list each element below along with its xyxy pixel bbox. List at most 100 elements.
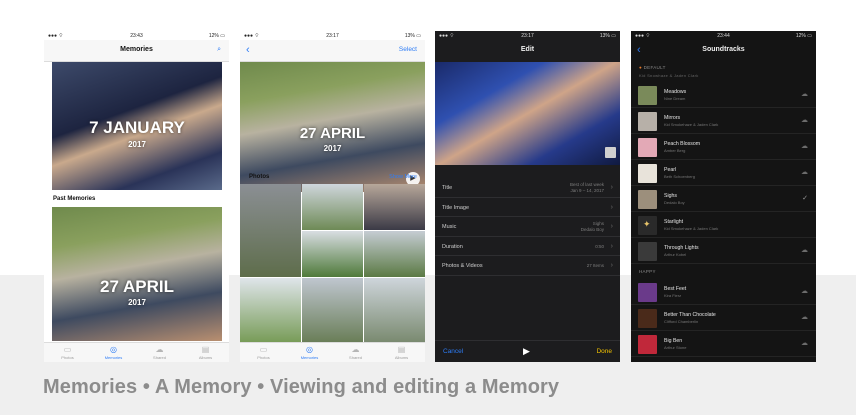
album-art — [638, 164, 657, 183]
tab-photos[interactable]: ▭ Photos — [49, 345, 86, 360]
tab-bar: ▭ Photos ◎ Memories ☁ Shared ▤ Albums — [44, 342, 229, 362]
memories-tab-icon: ◎ — [110, 345, 117, 354]
album-art — [638, 138, 657, 157]
row-label: Title — [442, 185, 453, 191]
soundtrack-row[interactable]: ✦ Starlight Kid Smokehaze & Jaden Clark — [631, 213, 816, 238]
edit-row-photos-videos[interactable]: Photos & Videos 27 Items › — [435, 256, 620, 276]
album-art — [638, 242, 657, 261]
memory-year: 2017 — [323, 144, 342, 153]
cancel-button[interactable]: Cancel — [443, 348, 463, 355]
done-button[interactable]: Done — [596, 348, 612, 355]
track-name: Best Feet — [664, 286, 687, 292]
edit-row-title-image[interactable]: Title Image › — [435, 198, 620, 217]
track-artist: Clifford Chamberlin — [664, 319, 699, 324]
select-button[interactable]: Select — [399, 46, 417, 53]
row-label: Duration — [442, 243, 463, 250]
chevron-right-icon: › — [610, 223, 613, 230]
photo-thumbnail[interactable] — [302, 278, 363, 342]
nav-bar: Edit — [435, 40, 620, 62]
title-image-preview[interactable] — [435, 62, 620, 165]
photo-thumbnail[interactable] — [364, 184, 425, 230]
chevron-right-icon: › — [610, 262, 613, 269]
albums-tab-icon: ▤ — [201, 345, 210, 354]
tab-shared[interactable]: ☁ Shared — [337, 345, 374, 360]
edit-row-title[interactable]: Title Best of last week Jan 9 – 14, 2017 … — [435, 178, 620, 198]
search-icon[interactable]: ⌕ — [217, 46, 221, 54]
image-picker-icon[interactable] — [605, 147, 616, 158]
soundtrack-row[interactable]: Pearl Beth Schoenberg ☁ — [631, 161, 816, 186]
soundtrack-row[interactable]: Peach Blossom Amber Berg ☁ — [631, 135, 816, 160]
edit-row-duration[interactable]: Duration 0:50 › — [435, 237, 620, 256]
status-time: 23:43 — [130, 33, 143, 39]
soundtrack-row[interactable]: Big Ben Arthur Stone ☁ — [631, 332, 816, 357]
back-chevron-icon[interactable]: ‹ — [246, 44, 250, 56]
cloud-download-icon[interactable]: ☁ — [801, 287, 808, 295]
photo-thumbnail[interactable] — [240, 278, 301, 342]
photo-thumbnail[interactable] — [364, 278, 425, 342]
cloud-download-icon[interactable]: ☁ — [801, 168, 808, 176]
photo-thumbnail[interactable] — [364, 231, 425, 277]
status-bar: ●●● ⌔ 23:43 12% ▭ — [44, 31, 229, 40]
cloud-download-icon[interactable]: ☁ — [801, 313, 808, 321]
memory-card[interactable]: 27 APRIL 2017 — [52, 207, 222, 341]
selected-dot-icon: ● — [639, 65, 643, 70]
section-header-happy: HAPPY — [639, 269, 656, 274]
soundtrack-row[interactable]: Best Feet Kira Fierz ☁ — [631, 280, 816, 305]
chevron-right-icon: › — [610, 203, 613, 211]
memory-card[interactable]: 7 JANUARY 2017 — [52, 62, 222, 190]
photo-thumbnail[interactable] — [240, 184, 301, 277]
tab-label: Albums — [394, 355, 409, 360]
cloud-download-icon[interactable]: ☁ — [801, 116, 808, 124]
row-value: 0:50 — [595, 243, 604, 249]
memory-year: 2017 — [128, 298, 146, 307]
chevron-right-icon: › — [610, 242, 613, 250]
shared-tab-icon: ☁ — [155, 345, 164, 354]
track-artist: Dedalo Boy — [664, 200, 685, 205]
row-value-line2: Dedalo Boy — [580, 226, 604, 232]
show-more-link[interactable]: Show More — [389, 174, 417, 180]
tab-photos[interactable]: ▭ Photos — [245, 345, 282, 360]
soundtrack-row[interactable]: Meadows Nine Dream ☁ — [631, 83, 816, 108]
section-header-label: DEFAULT — [643, 65, 666, 70]
play-icon[interactable]: ▶ — [523, 346, 530, 357]
tab-albums[interactable]: ▤ Albums — [383, 345, 420, 360]
tab-albums[interactable]: ▤ Albums — [187, 345, 224, 360]
soundtrack-row[interactable]: Mirrors Kid Smokehaze & Jaden Clark ☁ — [631, 109, 816, 134]
tab-bar: ▭ Photos ◎ Memories ☁ Shared ▤ Albums — [240, 342, 425, 362]
cloud-download-icon[interactable]: ☁ — [801, 90, 808, 98]
soundtrack-row[interactable]: Better Than Chocolate Clifford Chamberli… — [631, 306, 816, 331]
battery-indicator: 13% ▭ — [599, 33, 616, 39]
tab-memories[interactable]: ◎ Memories — [95, 345, 132, 360]
cloud-download-icon[interactable]: ☁ — [801, 142, 808, 150]
tab-memories[interactable]: ◎ Memories — [291, 345, 328, 360]
album-art — [638, 309, 657, 328]
photo-thumbnail[interactable] — [302, 184, 363, 230]
track-artist: Kid Smokehaze & Jaden Clark — [664, 122, 719, 127]
tab-shared[interactable]: ☁ Shared — [141, 345, 178, 360]
memory-year: 2017 — [128, 140, 146, 149]
photo-thumbnail[interactable] — [302, 231, 363, 277]
edit-screen: ●●● ⌔ 23:17 13% ▭ Edit Title Best of las… — [435, 31, 620, 362]
track-name: Mirrors — [664, 115, 681, 121]
status-bar: ●●● ⌔ 23:44 12% ▭ — [631, 31, 816, 40]
status-bar: ●●● ⌔ 23:17 13% ▭ — [240, 31, 425, 40]
battery-indicator: 12% ▭ — [208, 33, 225, 39]
checkmark-icon: ✓ — [802, 195, 808, 202]
soundtrack-row[interactable]: Sighs Dedalo Boy ✓ — [631, 187, 816, 212]
edit-options-list: Title Best of last week Jan 9 – 14, 2017 … — [435, 178, 620, 276]
edit-row-music[interactable]: Music Sighs Dedalo Boy › — [435, 217, 620, 237]
edit-toolbar: Cancel ▶ Done — [435, 340, 620, 362]
album-art — [638, 190, 657, 209]
shared-tab-icon: ☁ — [351, 345, 360, 354]
track-artist: Kira Fierz — [664, 293, 682, 298]
track-name: Through Lights — [664, 245, 699, 251]
row-value: Best of last week Jan 9 – 14, 2017 — [570, 182, 604, 193]
cloud-download-icon[interactable]: ☁ — [801, 339, 808, 347]
soundtrack-row[interactable]: Through Lights Arthur Kobel ☁ — [631, 239, 816, 264]
tab-label: Shared — [153, 355, 166, 360]
memory-hero-image[interactable]: 27 APRIL 2017 ▶ — [240, 62, 425, 192]
album-art — [638, 283, 657, 302]
cloud-download-icon[interactable]: ☁ — [801, 246, 808, 254]
status-time: 23:44 — [717, 33, 730, 39]
tab-label: Shared — [349, 355, 362, 360]
